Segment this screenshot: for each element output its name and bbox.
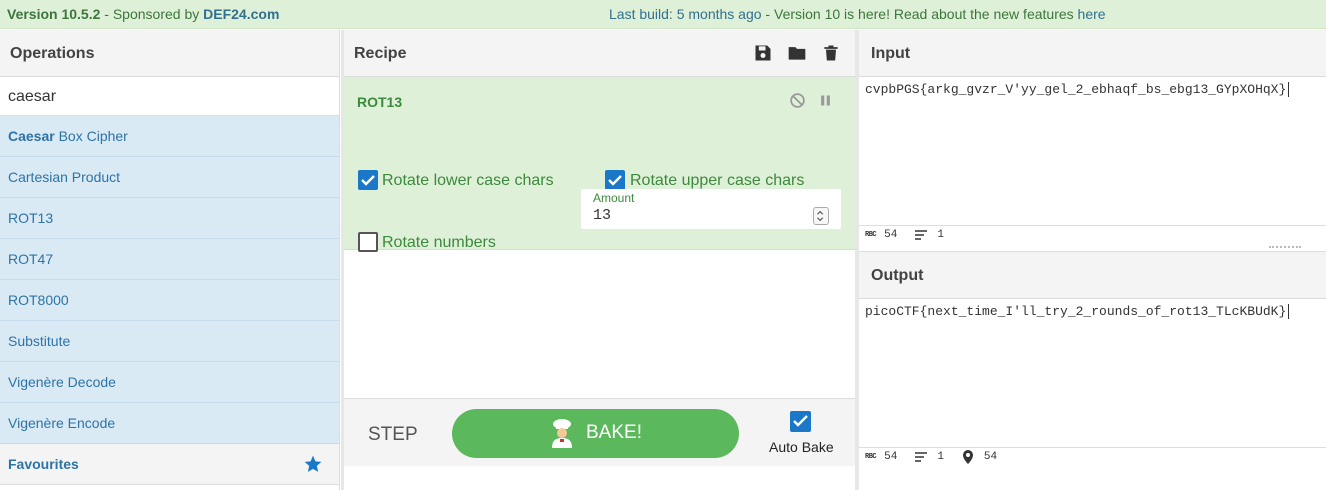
operation-item-label: Cartesian Product xyxy=(8,169,121,185)
output-status-bar: RBC 54 1 54 xyxy=(865,448,1015,466)
operations-panel: Operations caesar Caesar Box Cipher Carte… xyxy=(0,30,340,490)
operations-list: Caesar Box Cipher Cartesian Product ROT13 R… xyxy=(0,116,339,444)
operation-item[interactable]: Vigenère Decode xyxy=(0,362,339,403)
announcement: Last build: 5 months ago - Version 10 is… xyxy=(609,0,1106,29)
lines-icon xyxy=(915,452,928,462)
amount-label: Amount xyxy=(593,191,635,205)
sponsor-link[interactable]: DEF24.com xyxy=(203,6,279,22)
auto-bake-checkbox[interactable] xyxy=(790,411,811,432)
chef-icon xyxy=(552,419,572,448)
amount-value[interactable]: 13 xyxy=(593,207,611,224)
announcement-link[interactable]: here xyxy=(1078,6,1106,22)
favourites-label: Favourites xyxy=(8,456,79,472)
operation-item[interactable]: ROT47 xyxy=(0,239,339,280)
operations-search-input[interactable]: caesar xyxy=(0,77,339,116)
operation-item-label: ROT13 xyxy=(8,210,54,226)
announcement-text: Version 10 is here! Read about the new f… xyxy=(774,6,1078,22)
bake-button[interactable]: BAKE! xyxy=(452,409,739,458)
pause-icon[interactable] xyxy=(818,92,833,109)
operation-title: ROT13 xyxy=(357,94,403,110)
save-icon[interactable] xyxy=(753,43,773,63)
rotate-lower-label: Rotate lower case chars xyxy=(382,172,554,189)
rotate-upper-checkbox[interactable] xyxy=(605,170,625,190)
star-icon[interactable] xyxy=(303,454,323,474)
io-panel: Input cvpbPGS{arkg_gvzr_V'yy_gel_2_ebhaq… xyxy=(859,30,1326,490)
input-textarea[interactable]: cvpbPGS{arkg_gvzr_V'yy_gel_2_ebhaqf_bs_e… xyxy=(865,82,1290,98)
favourites-category[interactable]: Favourites xyxy=(0,444,339,485)
operation-item-label: Vigenère Decode xyxy=(8,374,116,390)
operation-item[interactable]: Cartesian Product xyxy=(0,157,339,198)
input-title: Input xyxy=(859,30,1326,77)
operation-item-label: ROT47 xyxy=(8,251,54,267)
output-text[interactable]: picoCTF{next_time_I'll_try_2_rounds_of_r… xyxy=(865,304,1286,319)
recipe-panel: Recipe ROT13 Rotate lower case chars Rot… xyxy=(344,30,855,490)
output-line-count: 1 xyxy=(937,451,944,463)
operation-item-label: Box Cipher xyxy=(54,128,128,144)
bake-label: BAKE! xyxy=(586,422,642,443)
rotate-upper-label: Rotate upper case chars xyxy=(630,172,805,189)
text-cursor xyxy=(1288,82,1290,98)
lines-icon xyxy=(915,230,928,240)
input-text[interactable]: cvpbPGS{arkg_gvzr_V'yy_gel_2_ebhaqf_bs_e… xyxy=(865,82,1286,97)
input-status-bar: RBC 54 1 xyxy=(865,226,962,244)
operation-item[interactable]: Vigenère Encode xyxy=(0,403,339,444)
folder-icon[interactable] xyxy=(787,43,807,63)
disable-icon[interactable] xyxy=(789,92,806,109)
characters-icon: RBC xyxy=(865,231,877,239)
output-char-count: 54 xyxy=(884,451,898,463)
output-title: Output xyxy=(859,252,1326,299)
operation-item-label: ROT8000 xyxy=(8,292,69,308)
rotate-numbers-label: Rotate numbers xyxy=(382,234,496,251)
rot13-operation[interactable]: ROT13 Rotate lower case chars Rotate upp… xyxy=(344,77,855,252)
version-info: Version 10.5.2 - Sponsored by DEF24.com xyxy=(7,0,279,29)
characters-icon: RBC xyxy=(865,453,877,461)
location-pin-icon xyxy=(962,450,973,464)
operations-title: Operations xyxy=(0,30,339,77)
amount-stepper[interactable] xyxy=(813,207,829,225)
input-section: Input cvpbPGS{arkg_gvzr_V'yy_gel_2_ebhaq… xyxy=(859,30,1326,247)
resize-handle[interactable] xyxy=(1269,246,1301,248)
sponsored-prefix: - Sponsored by xyxy=(100,6,204,22)
version-label: Version 10.5.2 xyxy=(7,6,101,22)
recipe-title: Recipe xyxy=(354,45,407,62)
recipe-header: Recipe xyxy=(344,30,855,77)
bake-bar: STEP BAKE! Auto Bake xyxy=(344,398,855,466)
operation-item-label: Substitute xyxy=(8,333,71,349)
last-build: Last build: 5 months ago xyxy=(609,6,762,22)
operation-item[interactable]: ROT8000 xyxy=(0,280,339,321)
operation-item-match: Caesar xyxy=(8,128,55,144)
top-banner: Version 10.5.2 - Sponsored by DEF24.com … xyxy=(0,0,1326,29)
operation-item[interactable]: Caesar Box Cipher xyxy=(0,116,339,157)
output-position: 54 xyxy=(983,451,998,463)
operation-item[interactable]: ROT13 xyxy=(0,198,339,239)
auto-bake-label: Auto Bake xyxy=(769,439,834,455)
input-line-count: 1 xyxy=(937,229,944,241)
output-textarea[interactable]: picoCTF{next_time_I'll_try_2_rounds_of_r… xyxy=(865,304,1290,320)
text-cursor xyxy=(1288,304,1290,320)
input-char-count: 54 xyxy=(884,229,898,241)
rotate-lower-checkbox[interactable] xyxy=(358,170,378,190)
operation-item-label: Vigenère Encode xyxy=(8,415,116,431)
announcement-separator: - xyxy=(761,6,774,22)
step-button[interactable]: STEP xyxy=(368,424,418,446)
amount-field[interactable]: Amount 13 xyxy=(581,189,841,229)
rotate-numbers-checkbox[interactable] xyxy=(358,232,378,252)
output-section: Output picoCTF{next_time_I'll_try_2_roun… xyxy=(859,251,1326,490)
operation-item[interactable]: Substitute xyxy=(0,321,339,362)
trash-icon[interactable] xyxy=(821,43,841,63)
